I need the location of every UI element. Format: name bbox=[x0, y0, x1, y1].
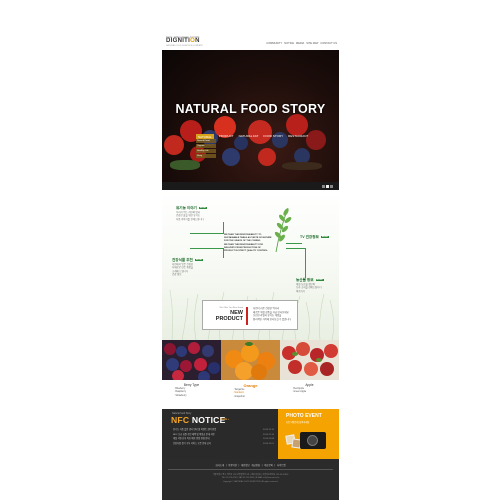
story-section: 유기농 이야기 MORE 우리가 먹는 자연의 맛과 건강한 삶을 위한 유기농 … bbox=[162, 190, 339, 340]
story-tv-title[interactable]: TV 건강정보 MORE bbox=[300, 235, 329, 240]
site-header: THE ORGANIC FOOD DIGNITION NATURAL FOOD … bbox=[162, 30, 339, 50]
hero-banner: NATURAL FOOD STORY NATURAL PRODUCT NATUR… bbox=[162, 50, 339, 190]
product-items: · Blueberry · Raspberry · Strawberry bbox=[174, 388, 221, 398]
slide-dot[interactable] bbox=[322, 185, 325, 188]
more-badge[interactable]: MORE bbox=[194, 259, 203, 262]
product-item[interactable]: · Green Apple bbox=[292, 391, 339, 394]
logo[interactable]: DIGNITION bbox=[166, 38, 200, 44]
slide-indicator bbox=[322, 185, 333, 188]
apple-image bbox=[280, 340, 339, 380]
notice-more-link[interactable]: MORE + bbox=[220, 418, 229, 421]
top-nav-sitemap[interactable]: SITE MAP bbox=[306, 42, 318, 45]
connector-line bbox=[190, 248, 224, 258]
hero-bottom-bar bbox=[162, 182, 339, 190]
hero-dropdown-menu: Natural Food Organic Healthy Life Story bbox=[196, 139, 216, 159]
more-badge[interactable]: MORE bbox=[198, 207, 207, 210]
top-nav: COMMUNITY NOTICE MEDIA SITE MAP CONTACT … bbox=[266, 42, 337, 45]
footer-info: 서울특별시 중구 자연로 123 내추럴빌딩 5층 | 대표 홍길동 | 사업자… bbox=[212, 474, 289, 483]
product-items: · Red Apple · Green Apple bbox=[292, 388, 339, 395]
slide-dot[interactable] bbox=[330, 185, 333, 188]
top-nav-community[interactable]: COMMUNITY bbox=[266, 42, 282, 45]
dropdown-item[interactable]: Story bbox=[196, 154, 216, 158]
top-nav-notice[interactable]: NOTICE bbox=[284, 42, 294, 45]
hero-title: NATURAL FOOD STORY bbox=[175, 102, 326, 116]
photo-event-title: PHOTO EVENT bbox=[286, 413, 322, 419]
page: THE ORGANIC FOOD DIGNITION NATURAL FOOD … bbox=[162, 30, 339, 500]
product-item[interactable]: · Strawberry bbox=[174, 395, 221, 398]
hero-nav-natural-fat[interactable]: NATURAL FAT bbox=[239, 134, 259, 139]
logo-subtitle: NATURAL FOOD DIGNITION COMPANY bbox=[166, 45, 203, 47]
product-items: · Tangerine · Mandarin · Grapefruit bbox=[233, 389, 280, 399]
orange-image bbox=[221, 340, 280, 380]
product-card-orange[interactable]: Orange · Tangerine · Mandarin · Grapefru… bbox=[221, 340, 280, 410]
top-nav-contact[interactable]: CONTACT US bbox=[320, 42, 337, 45]
story-center-text: WE TAKE THE RESPONSIBILITY TO SUSTAINABL… bbox=[224, 234, 272, 253]
dropdown-item[interactable]: Natural Food bbox=[196, 139, 216, 143]
product-card-berry[interactable]: Berry Type · Blueberry · Raspberry · Str… bbox=[162, 340, 221, 410]
product-name: Berry Type bbox=[183, 383, 200, 387]
new-product-heading: We Offer You Best Food NEW PRODUCT bbox=[206, 307, 248, 325]
more-badge[interactable]: MORE bbox=[320, 236, 329, 239]
story-farm-text: 제철 농산물 정보와 농가 소식을 전해드립니다 바로가기 bbox=[296, 283, 322, 293]
top-nav-media[interactable]: MEDIA bbox=[296, 42, 304, 45]
site-footer: 회사소개 | 이용약관 | 개인정보 취급방침 | 제휴문의 | 사이트맵 서울… bbox=[162, 459, 339, 500]
more-badge[interactable]: MORE bbox=[315, 279, 324, 282]
dropdown-item[interactable]: Healthy Life bbox=[196, 149, 216, 153]
slide-dot-active[interactable] bbox=[326, 185, 329, 188]
new-product-small: We Offer You Best Food bbox=[219, 307, 243, 309]
new-product-text: 자연이 키운 건강한 먹거리 새로운 제철 상품을 지금 만나보세요 신선한 과… bbox=[253, 307, 291, 321]
product-list: Berry Type · Blueberry · Raspberry · Str… bbox=[162, 340, 339, 410]
photo-event-banner[interactable]: PHOTO EVENT 포토 이벤트에 참여하세요 bbox=[278, 409, 339, 459]
product-name: Orange bbox=[243, 383, 258, 388]
hero-nav-food-story[interactable]: FOOD STORY bbox=[263, 134, 283, 139]
new-product-title: NEW PRODUCT bbox=[215, 310, 243, 322]
product-card-apple[interactable]: Apple · Red Apple · Green Apple bbox=[280, 340, 339, 410]
connector-line bbox=[286, 248, 306, 278]
product-item[interactable]: · Grapefruit bbox=[233, 396, 280, 399]
product-name: Apple bbox=[305, 383, 314, 387]
notice-title: NFC NOTICE bbox=[171, 415, 226, 425]
berry-image bbox=[162, 340, 221, 380]
hero-nav-product[interactable]: PRODUCT bbox=[219, 134, 234, 139]
story-health-text: 자연에서 얻은 건강한 식재료로 만든 제품을 소개해 드립니다 건강 정보 bbox=[172, 263, 194, 276]
notice-list: 유기농 식품 할인 행사 안내 및 이벤트 참여 방법 2014.12.15 NF… bbox=[173, 428, 274, 446]
dropdown-item[interactable]: Organic bbox=[196, 144, 216, 148]
hero-nav-restaurant[interactable]: RESTAURANT bbox=[288, 134, 308, 139]
new-product-box[interactable]: We Offer You Best Food NEW PRODUCT 자연이 키… bbox=[202, 300, 298, 330]
footer-nav[interactable]: 회사소개 | 이용약관 | 개인정보 취급방침 | 제휴문의 | 사이트맵 bbox=[162, 463, 339, 467]
notice-item[interactable]: 건강식품 정기 구독 서비스 오픈 안내 공지 2014.12.01 bbox=[173, 442, 274, 447]
notice-panel: Natural food Story NFC NOTICE MORE + 유기농… bbox=[162, 409, 278, 459]
connector-line bbox=[190, 222, 224, 234]
photo-event-subtitle: 포토 이벤트에 참여하세요 bbox=[286, 422, 310, 424]
camera-icon bbox=[300, 432, 326, 449]
story-organic-text: 우리가 먹는 자연의 맛과 건강한 삶을 위한 유기농 식품 이야기를 전해드립… bbox=[176, 211, 204, 221]
